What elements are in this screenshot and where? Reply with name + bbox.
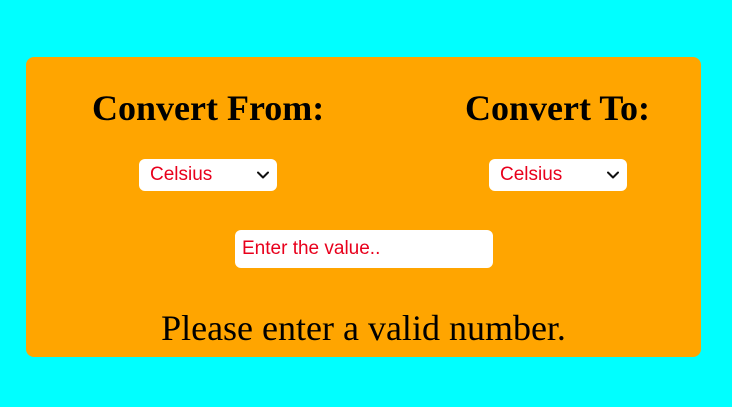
value-input[interactable] <box>235 230 493 268</box>
convert-to-selected-value: Celsius <box>500 164 563 185</box>
convert-from-heading: Convert From: <box>92 88 325 128</box>
convert-to-select[interactable]: Celsius <box>489 159 627 191</box>
convert-to-heading: Convert To: <box>465 88 651 128</box>
chevron-down-icon <box>607 171 619 179</box>
result-message: Please enter a valid number. <box>161 308 566 348</box>
chevron-down-icon <box>257 171 269 179</box>
convert-from-selected-value: Celsius <box>150 164 213 185</box>
convert-from-select[interactable]: Celsius <box>139 159 277 191</box>
